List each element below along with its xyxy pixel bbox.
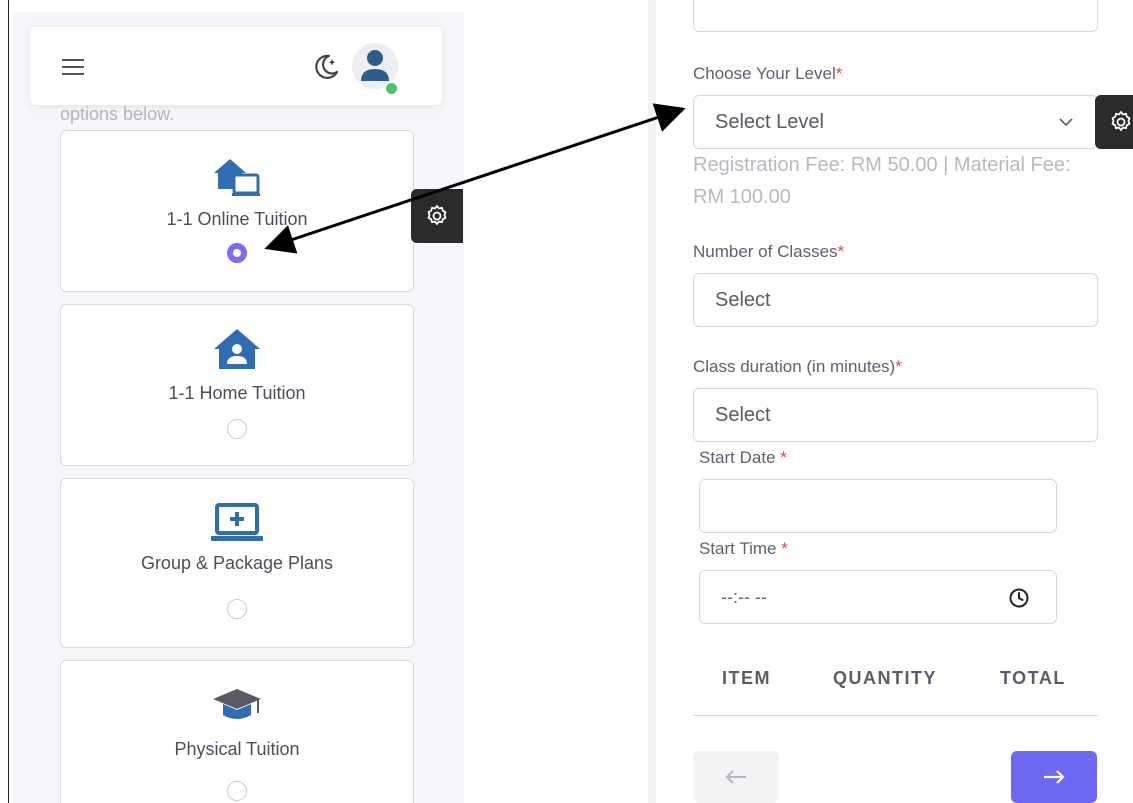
dark-mode-toggle-icon[interactable] xyxy=(310,52,340,82)
screen-divider xyxy=(8,0,9,803)
classes-select-value: Select xyxy=(715,288,771,311)
home-tuition-icon xyxy=(214,329,260,369)
level-select-value: Select Level xyxy=(715,110,824,133)
left-panel: options below. 1-1 Online Tuition 1-1 Ho… xyxy=(12,12,464,803)
start-time-input[interactable]: --:-- -- xyxy=(699,570,1057,624)
plan-label: Group & Package Plans xyxy=(140,553,334,573)
hamburger-menu-icon[interactable] xyxy=(62,59,84,75)
summary-divider xyxy=(693,715,1098,716)
level-label: Choose Your Level* xyxy=(693,64,843,83)
gear-icon xyxy=(427,205,447,225)
helper-text: options below. xyxy=(60,104,175,124)
start-date-label: Start Date * xyxy=(699,448,787,467)
plan-radio-online-tuition[interactable] xyxy=(227,243,247,263)
plan-card-online-tuition[interactable]: 1-1 Online Tuition xyxy=(60,130,414,292)
group-plan-icon xyxy=(211,503,263,541)
summary-col-item: ITEM xyxy=(722,668,771,688)
start-time-value: --:-- -- xyxy=(721,586,767,607)
plan-card-physical-tuition[interactable]: Physical Tuition xyxy=(60,660,414,803)
plan-card-home-tuition[interactable]: 1-1 Home Tuition xyxy=(60,304,414,466)
start-date-input[interactable] xyxy=(699,479,1057,533)
classes-select[interactable]: Select xyxy=(693,273,1098,327)
classes-label: Number of Classes* xyxy=(693,242,845,261)
previous-step-button[interactable] xyxy=(693,751,779,803)
graduation-cap-icon xyxy=(213,689,261,719)
settings-tab-right[interactable] xyxy=(1095,95,1133,149)
level-select[interactable]: Select Level xyxy=(693,95,1098,149)
arrow-right-icon xyxy=(1044,770,1065,784)
settings-tab-left[interactable] xyxy=(411,189,463,243)
fee-info-text: Registration Fee: RM 50.00 | Material Fe… xyxy=(693,154,1071,208)
plan-label: 1-1 Online Tuition xyxy=(166,209,308,229)
gear-icon xyxy=(1111,111,1131,131)
summary-col-quantity: QUANTITY xyxy=(833,668,937,688)
right-panel-edge xyxy=(648,0,656,803)
plan-card-group-package[interactable]: Group & Package Plans xyxy=(60,478,414,648)
arrow-left-icon xyxy=(725,770,746,784)
clock-icon[interactable] xyxy=(1008,587,1030,609)
top-bar xyxy=(30,27,442,105)
plan-radio-physical-tuition[interactable] xyxy=(227,781,247,801)
online-status-dot xyxy=(384,81,399,96)
start-time-label: Start Time * xyxy=(699,539,788,558)
duration-label: Class duration (in minutes)* xyxy=(693,357,902,376)
duration-select-value: Select xyxy=(715,403,771,426)
chevron-down-icon xyxy=(1059,118,1073,127)
online-tuition-icon xyxy=(214,159,260,196)
summary-col-total: TOTAL xyxy=(1000,668,1066,688)
plan-radio-home-tuition[interactable] xyxy=(227,419,247,439)
plan-label: 1-1 Home Tuition xyxy=(168,383,306,403)
plan-label: Physical Tuition xyxy=(174,739,300,759)
next-step-button[interactable] xyxy=(1011,751,1097,803)
plan-radio-group-package[interactable] xyxy=(227,599,247,619)
previous-field-input[interactable] xyxy=(693,0,1098,32)
duration-select[interactable]: Select xyxy=(693,388,1098,442)
